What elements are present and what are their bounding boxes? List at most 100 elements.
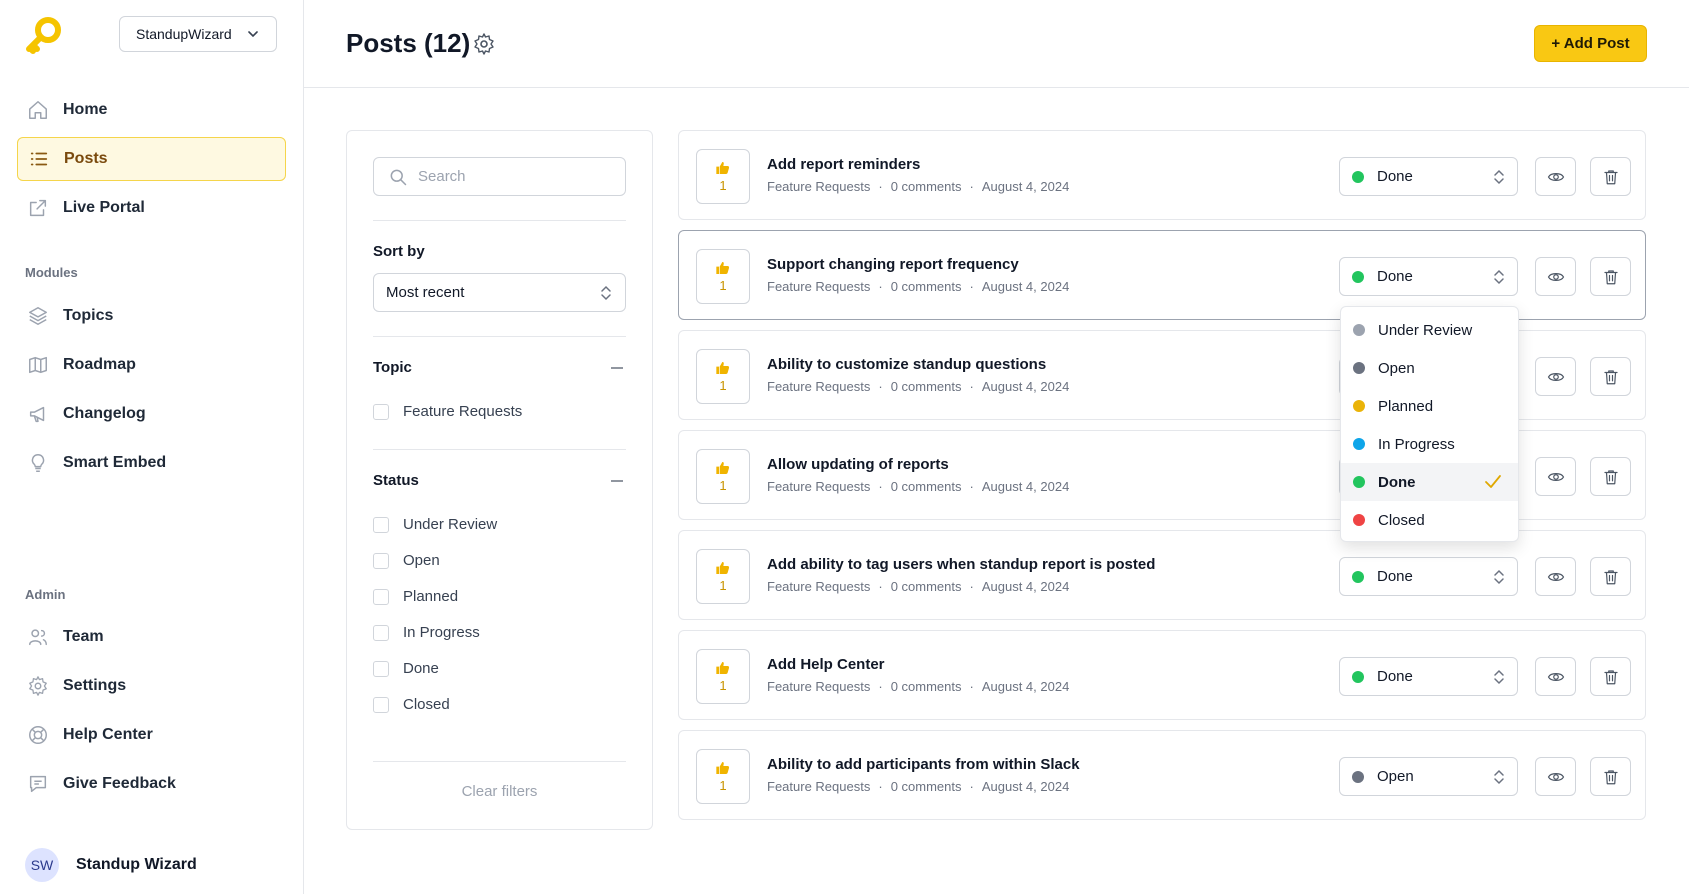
view-post-button[interactable] — [1535, 357, 1576, 396]
nav-roadmap-label: Roadmap — [63, 356, 136, 373]
status-option-label: Closed — [1378, 511, 1425, 529]
collapse-minus-icon[interactable] — [609, 473, 625, 489]
status-select[interactable]: Open — [1339, 757, 1518, 796]
nav-live-portal[interactable]: Live Portal — [17, 186, 286, 230]
delete-post-button[interactable] — [1590, 357, 1631, 396]
nav-settings[interactable]: Settings — [17, 664, 286, 708]
topic-checkbox-row[interactable]: Feature Requests — [373, 403, 522, 420]
status-checkbox-row[interactable]: Planned — [373, 588, 458, 605]
meta-separator: · — [878, 779, 883, 794]
post-title[interactable]: Add ability to tag users when standup re… — [767, 556, 1155, 573]
status-option-open[interactable]: Open — [1341, 349, 1518, 387]
post-title[interactable]: Allow updating of reports — [767, 456, 949, 473]
status-select[interactable]: Done — [1339, 257, 1518, 296]
status-value: Open — [1377, 768, 1414, 785]
status-option-planned[interactable]: Planned — [1341, 387, 1518, 425]
status-dot — [1352, 170, 1364, 183]
map-icon — [29, 356, 47, 374]
status-checkbox-row[interactable]: Closed — [373, 696, 450, 713]
checkbox[interactable] — [373, 624, 389, 641]
post-topic: Feature Requests — [767, 379, 871, 394]
clear-filters-button[interactable]: Clear filters — [373, 783, 626, 800]
view-post-button[interactable] — [1535, 257, 1576, 296]
checkbox[interactable] — [373, 516, 389, 533]
nav-topics[interactable]: Topics — [17, 294, 286, 338]
post-card[interactable]: 1 Add Help Center Feature Requests · 0 c… — [678, 630, 1646, 720]
post-title[interactable]: Add Help Center — [767, 656, 885, 673]
nav-team[interactable]: Team — [17, 615, 286, 659]
add-post-button[interactable]: + Add Post — [1534, 25, 1647, 62]
status-select[interactable]: Done — [1339, 157, 1518, 196]
post-title[interactable]: Add report reminders — [767, 156, 920, 173]
sort-select[interactable]: Most recent — [373, 273, 626, 312]
checkbox[interactable] — [373, 660, 389, 677]
status-select[interactable]: Done — [1339, 657, 1518, 696]
view-post-button[interactable] — [1535, 657, 1576, 696]
post-card[interactable]: 1 Ability to add participants from withi… — [678, 730, 1646, 820]
nav-posts[interactable]: Posts — [17, 137, 286, 181]
nav-roadmap[interactable]: Roadmap — [17, 343, 286, 387]
checkbox[interactable] — [373, 588, 389, 605]
list-icon — [30, 152, 48, 166]
delete-post-button[interactable] — [1590, 257, 1631, 296]
thumbs-up-icon — [716, 562, 730, 574]
checkbox[interactable] — [373, 403, 389, 420]
post-comments: 0 comments — [890, 279, 962, 294]
delete-post-button[interactable] — [1590, 757, 1631, 796]
thumbs-up-icon — [716, 362, 730, 374]
upvote-button[interactable]: 1 — [696, 649, 750, 704]
user-profile[interactable]: SW Standup Wizard — [25, 848, 197, 882]
post-card[interactable]: 1 Add report reminders Feature Requests … — [678, 130, 1646, 220]
upvote-button[interactable]: 1 — [696, 249, 750, 304]
checkbox[interactable] — [373, 552, 389, 569]
meta-separator: · — [878, 479, 883, 494]
vote-count: 1 — [719, 478, 727, 493]
delete-post-button[interactable] — [1590, 157, 1631, 196]
status-value: Done — [1377, 268, 1413, 285]
updown-chevron-icon — [1494, 669, 1504, 685]
nav-help-center[interactable]: Help Center — [17, 713, 286, 757]
status-checkbox-row[interactable]: Under Review — [373, 516, 497, 533]
post-title[interactable]: Ability to customize standup questions — [767, 356, 1046, 373]
upvote-button[interactable]: 1 — [696, 449, 750, 504]
status-checkbox-row[interactable]: Open — [373, 552, 440, 569]
status-option-in-progress[interactable]: In Progress — [1341, 425, 1518, 463]
post-meta: Feature Requests · 0 comments · August 4… — [767, 579, 1069, 594]
settings-gear-icon[interactable] — [472, 32, 496, 56]
status-checkbox-row[interactable]: In Progress — [373, 624, 480, 641]
delete-post-button[interactable] — [1590, 557, 1631, 596]
status-option-done[interactable]: Done — [1341, 463, 1518, 501]
post-title[interactable]: Support changing report frequency — [767, 256, 1019, 273]
status-checkbox-row[interactable]: Done — [373, 660, 439, 677]
nav-smart-embed[interactable]: Smart Embed — [17, 441, 286, 485]
view-post-button[interactable] — [1535, 457, 1576, 496]
post-card[interactable]: 1 Add ability to tag users when standup … — [678, 530, 1646, 620]
key-logo-icon[interactable] — [24, 16, 64, 56]
status-option-closed[interactable]: Closed — [1341, 501, 1518, 539]
meta-separator: · — [878, 679, 883, 694]
upvote-button[interactable]: 1 — [696, 749, 750, 804]
upvote-button[interactable]: 1 — [696, 549, 750, 604]
nav-changelog[interactable]: Changelog — [17, 392, 286, 436]
status-select[interactable]: Done — [1339, 557, 1518, 596]
workspace-switcher[interactable]: StandupWizard — [119, 16, 277, 52]
upvote-button[interactable]: 1 — [696, 149, 750, 204]
delete-post-button[interactable] — [1590, 457, 1631, 496]
collapse-minus-icon[interactable] — [609, 360, 625, 376]
view-post-button[interactable] — [1535, 557, 1576, 596]
trash-icon — [1603, 369, 1618, 384]
nav-home[interactable]: Home — [17, 88, 286, 132]
view-post-button[interactable] — [1535, 157, 1576, 196]
search-input[interactable]: Search — [373, 157, 626, 196]
meta-separator: · — [969, 679, 974, 694]
delete-post-button[interactable] — [1590, 657, 1631, 696]
nav-give-feedback[interactable]: Give Feedback — [17, 762, 286, 806]
status-value: Done — [1377, 168, 1413, 185]
status-option-under-review[interactable]: Under Review — [1341, 311, 1518, 349]
upvote-button[interactable]: 1 — [696, 349, 750, 404]
post-title[interactable]: Ability to add participants from within … — [767, 756, 1080, 773]
status-dot — [1353, 400, 1365, 412]
checkbox[interactable] — [373, 696, 389, 713]
view-post-button[interactable] — [1535, 757, 1576, 796]
meta-separator: · — [878, 279, 883, 294]
